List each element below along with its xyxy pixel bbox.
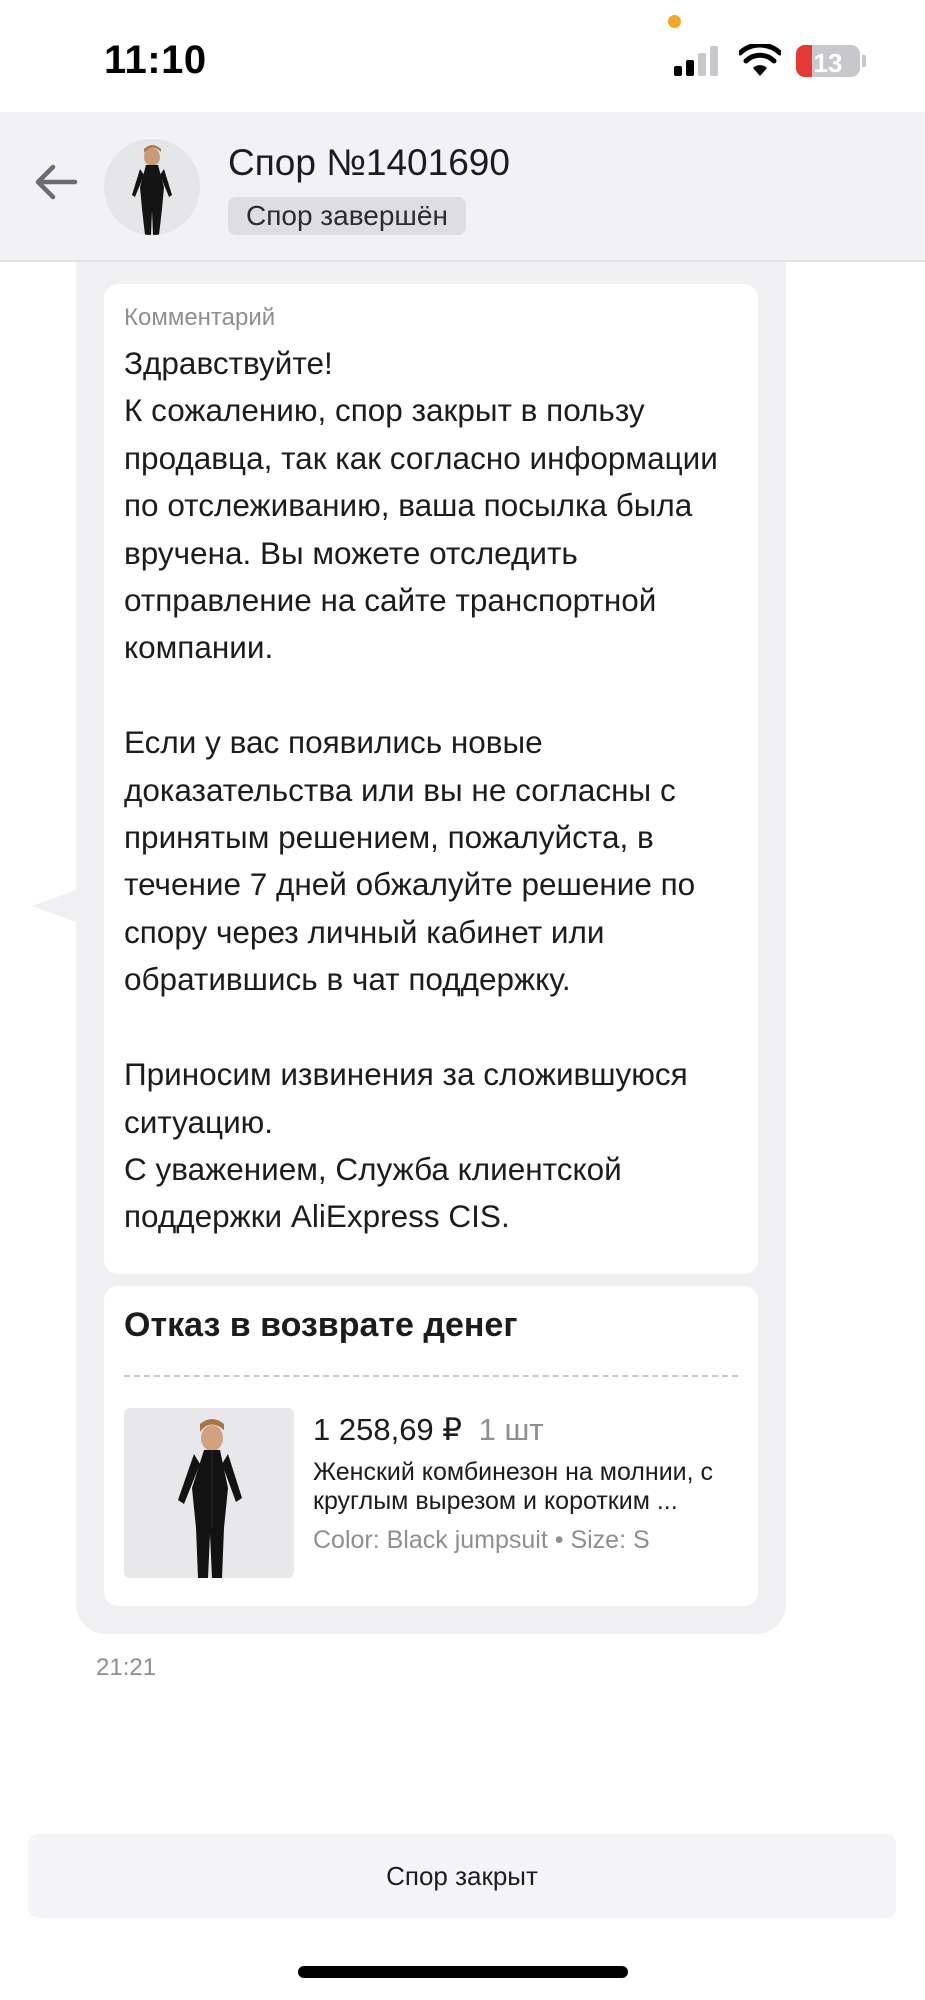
dispute-header: Спор №1401690 Спор завершён [0, 112, 925, 262]
seller-avatar[interactable] [104, 139, 200, 235]
wifi-icon [739, 44, 781, 76]
status-time: 11:10 [104, 38, 207, 82]
battery-level: 13 [813, 48, 843, 77]
cellular-signal-icon [674, 46, 722, 76]
comment-text: Здравствуйте! К сожалению, спор закрыт в… [124, 345, 718, 1235]
product-image[interactable] [124, 1408, 294, 1578]
battery-cap [862, 55, 866, 67]
product-quantity: 1 шт [478, 1412, 544, 1447]
dispute-title: Спор №1401690 [228, 142, 510, 183]
battery-icon: 13 [796, 45, 860, 77]
product-variant: Color: Black jumpsuit • Size: S [313, 1526, 650, 1554]
arrow-left-icon [35, 164, 78, 200]
dashed-divider [124, 1375, 738, 1377]
product-name[interactable]: Женский комбинезон на молнии, с круглым … [313, 1458, 743, 1520]
message-timestamp: 21:21 [96, 1654, 157, 1681]
refund-decision-card[interactable]: Отказ в возврате денег 1 258,69 ₽ 1 шт Ж… [104, 1286, 758, 1606]
refund-title: Отказ в возврате денег [124, 1306, 518, 1344]
product-price: 1 258,69 ₽ [313, 1412, 463, 1447]
notification-dot [668, 15, 681, 28]
comment-label: Комментарий [124, 304, 276, 331]
status-badge: Спор завершён [228, 197, 466, 235]
home-indicator [298, 1966, 628, 1978]
product-price-row: 1 258,69 ₽ 1 шт [313, 1412, 544, 1448]
back-button[interactable] [26, 152, 86, 212]
comment-card: Комментарий Здравствуйте! К сожалению, с… [104, 284, 758, 1274]
dispute-closed-button[interactable]: Спор закрыт [28, 1834, 896, 1918]
product-photo-thumbnail [104, 139, 200, 235]
product-photo [124, 1408, 294, 1578]
bubble-tail [32, 890, 76, 922]
status-bar: 11:10 13 [0, 0, 925, 112]
